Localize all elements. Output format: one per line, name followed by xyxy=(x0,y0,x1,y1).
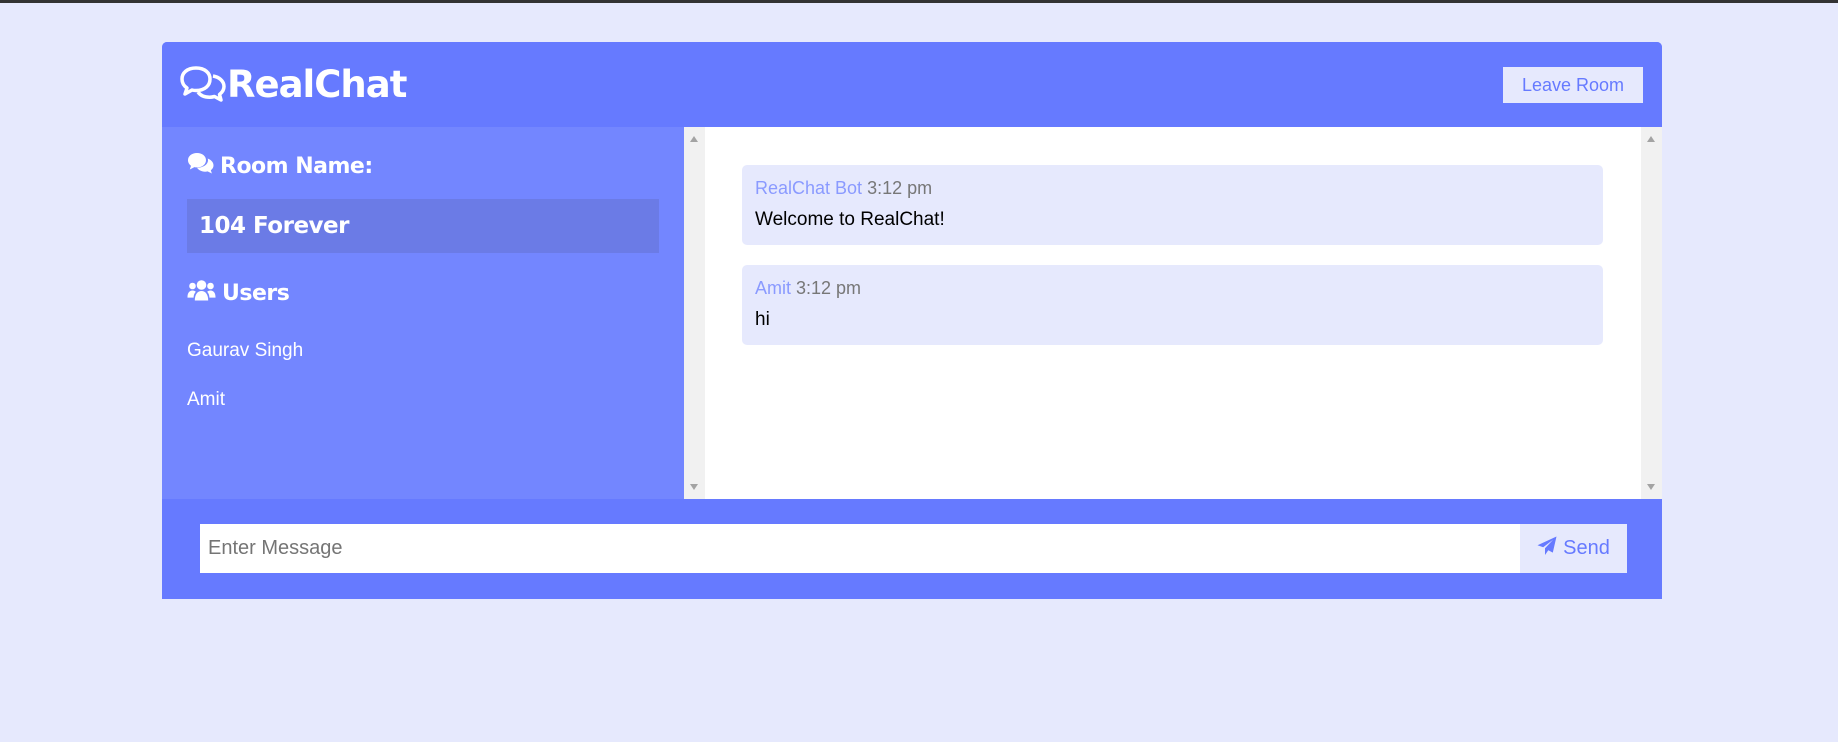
scroll-down-arrow-icon[interactable] xyxy=(1647,484,1655,490)
app-logo: RealChat xyxy=(180,62,407,106)
users-heading-label: Users xyxy=(222,280,290,306)
message-text: Welcome to RealChat! xyxy=(755,209,945,230)
comments-outline-icon xyxy=(180,65,226,103)
scroll-down-arrow-icon[interactable] xyxy=(690,484,698,490)
send-button[interactable]: Send xyxy=(1520,524,1627,573)
user-list-item: Amit xyxy=(187,389,225,410)
users-heading: Users xyxy=(187,279,290,307)
room-name-heading-label: Room Name: xyxy=(220,153,373,179)
chat-app-container: RealChat Leave Room Room Name: 104 Forev… xyxy=(162,42,1662,599)
users-icon xyxy=(187,279,222,307)
chat-scrollbar[interactable] xyxy=(1641,127,1662,499)
app-title: RealChat xyxy=(227,62,407,106)
paper-plane-icon xyxy=(1537,536,1563,562)
room-name-heading: Room Name: xyxy=(187,152,373,180)
message-author: RealChat Bot xyxy=(755,178,863,198)
message-composer: Send xyxy=(162,499,1662,599)
chat-header: RealChat Leave Room xyxy=(162,42,1662,127)
room-name: 104 Forever xyxy=(187,199,659,253)
user-list-item: Gaurav Singh xyxy=(187,340,304,361)
message: Amit 3:12 pm hi xyxy=(742,265,1603,345)
message: RealChat Bot 3:12 pm Welcome to RealChat… xyxy=(742,165,1603,245)
message-author: Amit xyxy=(755,278,791,298)
leave-room-button[interactable]: Leave Room xyxy=(1503,67,1643,103)
window-top-border xyxy=(0,0,1838,3)
sidebar-scrollbar[interactable] xyxy=(684,127,705,499)
message-meta: RealChat Bot 3:12 pm xyxy=(755,178,932,199)
message-meta: Amit 3:12 pm xyxy=(755,278,861,299)
message-input[interactable] xyxy=(200,524,1520,573)
message-text: hi xyxy=(755,309,770,330)
message-time: 3:12 pm xyxy=(796,278,862,298)
chat-messages: RealChat Bot 3:12 pm Welcome to RealChat… xyxy=(705,127,1641,499)
message-time: 3:12 pm xyxy=(867,178,933,198)
scroll-up-arrow-icon[interactable] xyxy=(690,136,698,142)
scroll-up-arrow-icon[interactable] xyxy=(1647,136,1655,142)
sidebar: Room Name: 104 Forever Users Gaurav Sing… xyxy=(162,127,684,499)
comments-icon xyxy=(187,152,220,180)
send-button-label: Send xyxy=(1563,537,1610,559)
